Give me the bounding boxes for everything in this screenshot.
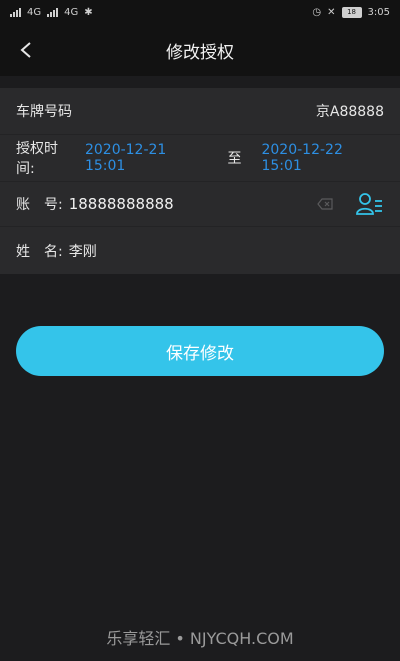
status-right: ◷ ✕ 18 3:05 [312,6,390,18]
network-type-1: 4G [27,6,42,18]
name-row: 姓 名: 李刚 [0,227,400,274]
end-time-picker[interactable]: 2020-12-22 15:01 [261,142,384,174]
account-label: 账 号: [16,197,63,213]
account-input[interactable]: 18888888888 [69,195,174,213]
save-button[interactable]: 保存修改 [16,326,384,376]
status-bar: 4G 4G ✱ ◷ ✕ 18 3:05 [0,0,400,24]
network-type-2: 4G [64,6,79,18]
mute-icon: ✕ [327,6,336,18]
auth-time-row: 授权时间: 2020-12-21 15:01 至 2020-12-22 15:0… [0,135,400,182]
auth-time-label: 授权时间: [16,141,58,177]
battery-level: 18 [347,7,356,16]
page-title: 修改授权 [166,42,234,63]
start-time-picker[interactable]: 2020-12-21 15:01 [85,142,208,174]
nav-bar: 修改授权 [0,24,400,76]
to-label: 至 [227,151,242,167]
account-row: 账 号: 18888888888 [0,182,400,227]
clock: 3:05 [367,6,390,18]
watermark: 乐享轻汇 • NJYCQH.COM [106,629,294,648]
plate-value: 京A88888 [315,104,384,120]
signal-icon [47,7,59,17]
plate-row: 车牌号码 京A88888 [0,88,400,135]
plate-label: 车牌号码 [16,104,72,120]
form-panel: 车牌号码 京A88888 授权时间: 2020-12-21 15:01 至 20… [0,88,400,274]
clear-button[interactable] [316,195,334,213]
status-left: 4G 4G ✱ [10,7,93,18]
clear-icon [317,198,333,210]
back-arrow-icon [20,42,31,58]
back-button[interactable] [14,38,38,62]
contact-picker-button[interactable] [354,189,384,219]
bluetooth-icon: ✱ [84,6,93,18]
contact-list-icon [356,193,382,215]
signal-icon [10,7,21,17]
name-input[interactable]: 李刚 [69,241,97,261]
battery-icon: 18 [341,6,362,18]
alarm-icon: ◷ [312,6,322,18]
name-label: 姓 名: [16,243,63,260]
